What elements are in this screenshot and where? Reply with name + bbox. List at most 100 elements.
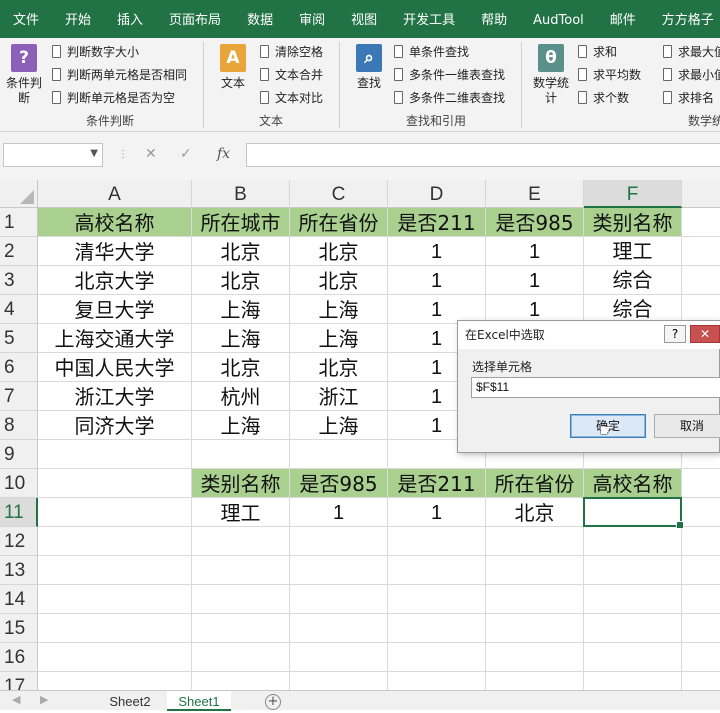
- cell[interactable]: [290, 556, 388, 585]
- cell[interactable]: 北京: [192, 237, 290, 266]
- cell[interactable]: [290, 614, 388, 643]
- text-button[interactable]: A 文本: [215, 44, 251, 91]
- row-header[interactable]: 16: [0, 643, 38, 672]
- lookup-button[interactable]: ⌕ 查找: [351, 44, 387, 91]
- column-header[interactable]: B: [192, 180, 290, 208]
- cell[interactable]: [38, 556, 192, 585]
- row-header[interactable]: 11: [0, 498, 38, 527]
- cell[interactable]: [38, 527, 192, 556]
- cell[interactable]: [584, 527, 682, 556]
- ribbon-tab[interactable]: 审阅: [286, 0, 338, 38]
- sum-item[interactable]: 求和: [578, 42, 617, 62]
- function-icon[interactable]: fx: [217, 146, 230, 162]
- clear-spaces[interactable]: 清除空格: [260, 42, 323, 62]
- cell[interactable]: [486, 614, 584, 643]
- row-header[interactable]: 15: [0, 614, 38, 643]
- cell[interactable]: 北京: [192, 266, 290, 295]
- sheet-tab-sheet2[interactable]: Sheet2: [98, 691, 162, 711]
- cell[interactable]: 北京: [192, 353, 290, 382]
- text-merge[interactable]: 文本合并: [260, 65, 323, 85]
- cell[interactable]: 综合: [584, 266, 682, 295]
- judge-two-cells-same[interactable]: 判断两单元格是否相同: [52, 65, 187, 85]
- table2-header-cell[interactable]: 类别名称: [192, 469, 290, 498]
- next-sheet-icon[interactable]: ▶: [40, 693, 48, 706]
- cell[interactable]: 同济大学: [38, 411, 192, 440]
- table2-header-cell[interactable]: 是否211: [388, 469, 486, 498]
- cell[interactable]: [584, 614, 682, 643]
- cell[interactable]: [192, 643, 290, 672]
- cell[interactable]: [682, 498, 720, 527]
- cell[interactable]: [682, 237, 720, 266]
- ribbon-tab[interactable]: 开始: [52, 0, 104, 38]
- cell[interactable]: 1: [486, 237, 584, 266]
- column-header[interactable]: A: [38, 180, 192, 208]
- cell[interactable]: [388, 643, 486, 672]
- cell[interactable]: [290, 643, 388, 672]
- cell[interactable]: [38, 585, 192, 614]
- cancel-button[interactable]: 取消: [654, 414, 720, 438]
- cell[interactable]: [192, 585, 290, 614]
- table2-header-cell[interactable]: 高校名称: [584, 469, 682, 498]
- cell[interactable]: [38, 643, 192, 672]
- table1-header-cell[interactable]: 高校名称: [38, 208, 192, 237]
- row-header[interactable]: 14: [0, 585, 38, 614]
- cell[interactable]: [38, 672, 192, 690]
- cell[interactable]: [388, 527, 486, 556]
- cell[interactable]: 中国人民大学: [38, 353, 192, 382]
- cell[interactable]: [290, 672, 388, 690]
- cell[interactable]: [290, 440, 388, 469]
- row-header[interactable]: 9: [0, 440, 38, 469]
- confirm-icon[interactable]: ✓: [180, 146, 192, 162]
- select-all-corner[interactable]: [0, 180, 38, 208]
- average-item[interactable]: 求平均数: [578, 65, 641, 85]
- count-item[interactable]: 求个数: [578, 88, 629, 108]
- column-header[interactable]: [682, 180, 720, 208]
- cell[interactable]: [682, 527, 720, 556]
- cell[interactable]: [486, 556, 584, 585]
- cell[interactable]: [388, 614, 486, 643]
- cell[interactable]: [388, 585, 486, 614]
- column-header[interactable]: D: [388, 180, 486, 208]
- cell[interactable]: 浙江大学: [38, 382, 192, 411]
- cell[interactable]: [38, 440, 192, 469]
- ribbon-tab[interactable]: 插入: [104, 0, 156, 38]
- row-header[interactable]: 5: [0, 324, 38, 353]
- cell[interactable]: [682, 672, 720, 690]
- math-stats-button[interactable]: θ 数学统 计: [529, 44, 573, 106]
- ribbon-tab[interactable]: AudTool: [520, 0, 597, 38]
- cell[interactable]: 上海: [192, 411, 290, 440]
- cell[interactable]: 北京: [290, 353, 388, 382]
- single-condition-lookup[interactable]: 单条件查找: [394, 42, 469, 62]
- cell[interactable]: 上海交通大学: [38, 324, 192, 353]
- cell[interactable]: [584, 585, 682, 614]
- cell[interactable]: [388, 672, 486, 690]
- cell[interactable]: [486, 585, 584, 614]
- formula-input[interactable]: [246, 143, 720, 167]
- row-header[interactable]: 3: [0, 266, 38, 295]
- cell[interactable]: 清华大学: [38, 237, 192, 266]
- cell[interactable]: [682, 614, 720, 643]
- row-header[interactable]: 17: [0, 672, 38, 690]
- condition-judge-button[interactable]: ? 条件判 断: [4, 44, 44, 106]
- column-header[interactable]: C: [290, 180, 388, 208]
- table1-header-cell[interactable]: 类别名称: [584, 208, 682, 237]
- table2-header-cell[interactable]: 是否985: [290, 469, 388, 498]
- column-header[interactable]: E: [486, 180, 584, 208]
- cell[interactable]: 1: [388, 498, 486, 527]
- ribbon-tab[interactable]: 页面布局: [156, 0, 234, 38]
- cell[interactable]: [682, 208, 720, 237]
- cell[interactable]: 上海: [290, 295, 388, 324]
- cell[interactable]: 北京: [290, 266, 388, 295]
- cell[interactable]: [682, 469, 720, 498]
- cell[interactable]: [682, 585, 720, 614]
- name-box[interactable]: ▼: [3, 143, 103, 167]
- cell[interactable]: 复旦大学: [38, 295, 192, 324]
- min-item[interactable]: 求最小值: [663, 65, 720, 85]
- cell[interactable]: [192, 556, 290, 585]
- cell[interactable]: [486, 643, 584, 672]
- cell[interactable]: 理工: [584, 237, 682, 266]
- cell[interactable]: 浙江: [290, 382, 388, 411]
- row-header[interactable]: 2: [0, 237, 38, 266]
- row-header[interactable]: 7: [0, 382, 38, 411]
- cell[interactable]: [682, 556, 720, 585]
